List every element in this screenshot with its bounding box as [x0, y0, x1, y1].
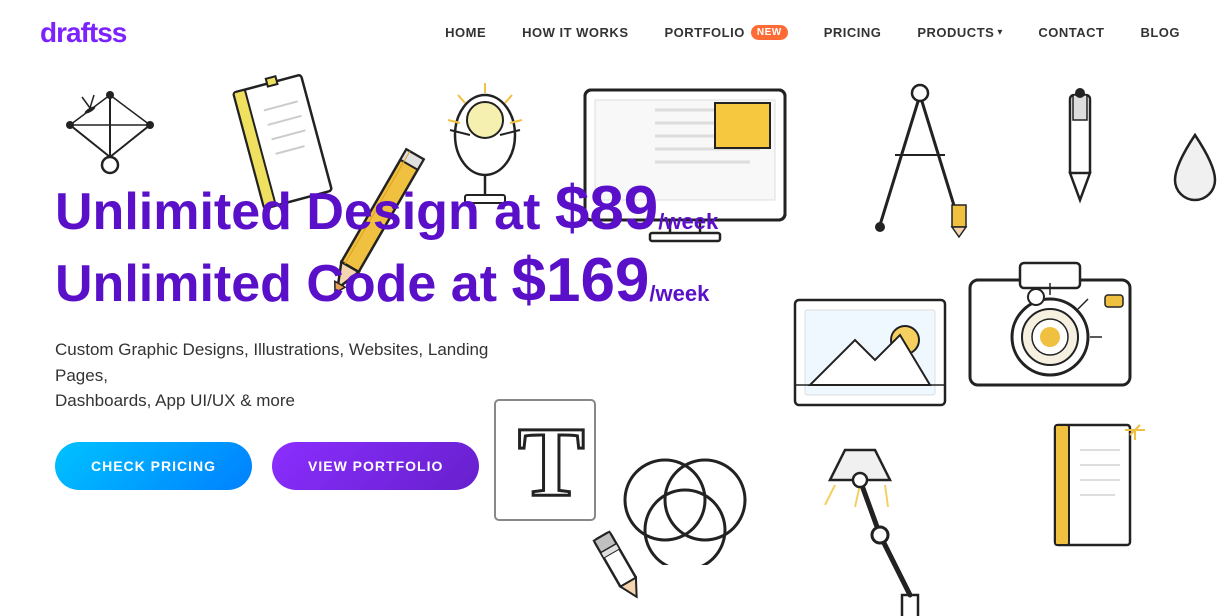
nav-link-portfolio[interactable]: PORTFOLIO: [665, 25, 745, 40]
nav-item-products[interactable]: PRODUCTS ▾: [917, 25, 1002, 40]
nav-item-how-it-works[interactable]: HOW IT WORKS: [522, 24, 628, 42]
desk-lamp-icon: [820, 435, 1000, 616]
nav-link-products[interactable]: PRODUCTS: [917, 25, 994, 40]
navbar: draftss HOME HOW IT WORKS PORTFOLIO NEW …: [0, 0, 1220, 65]
title-line2-text: Unlimited Code at: [55, 255, 511, 313]
price-line1: $89: [555, 174, 658, 243]
hero-subtitle: Custom Graphic Designs, Illustrations, W…: [55, 337, 535, 414]
nav-item-blog[interactable]: BLOG: [1140, 24, 1180, 42]
per-week-line1: /week: [658, 209, 718, 234]
photo-frame-icon: [790, 285, 950, 415]
nav-item-home[interactable]: HOME: [445, 24, 486, 42]
book2-icon: [1040, 415, 1150, 555]
view-portfolio-button[interactable]: VIEW PORTFOLIO: [272, 442, 479, 490]
nav-link-contact[interactable]: CONTACT: [1038, 25, 1104, 40]
hero-subtitle-line2: Dashboards, App UI/UX & more: [55, 391, 295, 410]
nav-item-contact[interactable]: CONTACT: [1038, 24, 1104, 42]
hero-buttons: CHECK PRICING VIEW PORTFOLIO: [55, 442, 718, 490]
nav-link-how-it-works[interactable]: HOW IT WORKS: [522, 25, 628, 40]
compass-icon: [840, 65, 1000, 265]
camera-icon: [960, 245, 1140, 395]
nav-item-portfolio[interactable]: PORTFOLIO NEW: [665, 25, 788, 40]
hero-content: Unlimited Design at $89/week Unlimited C…: [55, 175, 718, 490]
droplet-icon: [1170, 125, 1220, 205]
nav-link-home[interactable]: HOME: [445, 25, 486, 40]
hero-section: T: [0, 65, 1220, 616]
title-line1-text: Unlimited Design at: [55, 183, 555, 241]
pen-bottom-icon: [560, 526, 680, 606]
hero-title-line1: Unlimited Design at $89/week: [55, 175, 718, 243]
price-line2: $169: [511, 246, 649, 315]
logo[interactable]: draftss: [40, 17, 126, 49]
check-pricing-button[interactable]: CHECK PRICING: [55, 442, 252, 490]
nav-item-pricing[interactable]: PRICING: [824, 24, 882, 42]
nav-links: HOME HOW IT WORKS PORTFOLIO NEW PRICING …: [445, 24, 1180, 42]
pen-tool-icon: [1040, 85, 1120, 215]
per-week-line2: /week: [649, 281, 709, 306]
nav-link-pricing[interactable]: PRICING: [824, 25, 882, 40]
chevron-down-icon: ▾: [997, 27, 1002, 38]
new-badge: NEW: [751, 25, 788, 40]
nav-link-blog[interactable]: BLOG: [1140, 25, 1180, 40]
hero-title-line2: Unlimited Code at $169/week: [55, 247, 718, 315]
hero-subtitle-line1: Custom Graphic Designs, Illustrations, W…: [55, 340, 488, 385]
